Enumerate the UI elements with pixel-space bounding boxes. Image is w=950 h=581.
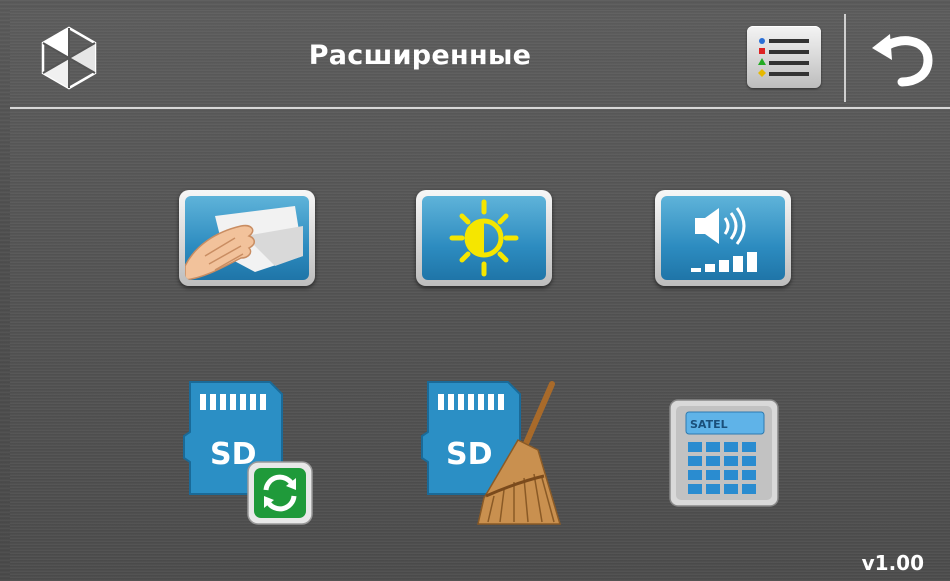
- header-divider: [844, 14, 846, 102]
- sd-label: SD: [446, 437, 493, 472]
- volume-icon: [691, 207, 757, 272]
- tile-face: [185, 196, 309, 280]
- back-button[interactable]: [868, 26, 940, 90]
- cleaning-icon: [185, 206, 303, 280]
- list-menu-icon: [758, 38, 809, 77]
- volume-button[interactable]: [655, 190, 791, 286]
- keypad-icon: SATEL: [669, 399, 779, 507]
- tile-face: [422, 196, 546, 280]
- keypad-button[interactable]: SATEL: [668, 398, 780, 508]
- header-bar: Расширенные: [10, 10, 950, 109]
- page-title: Расширенные: [308, 40, 532, 71]
- satel-brand-text: SATEL: [690, 418, 728, 431]
- sd-clear-button[interactable]: SD: [414, 378, 564, 526]
- brightness-button[interactable]: [416, 190, 552, 286]
- tile-face: [661, 196, 785, 280]
- brightness-icon: [449, 199, 519, 277]
- menu-button[interactable]: [747, 26, 821, 88]
- sd-update-icon: SD: [183, 381, 313, 525]
- version-label: v1.00: [861, 551, 924, 575]
- sd-clear-icon: SD: [421, 381, 562, 525]
- sd-update-button[interactable]: SD: [178, 378, 318, 526]
- cleaning-button[interactable]: [179, 190, 315, 286]
- back-arrow-icon: [872, 34, 933, 87]
